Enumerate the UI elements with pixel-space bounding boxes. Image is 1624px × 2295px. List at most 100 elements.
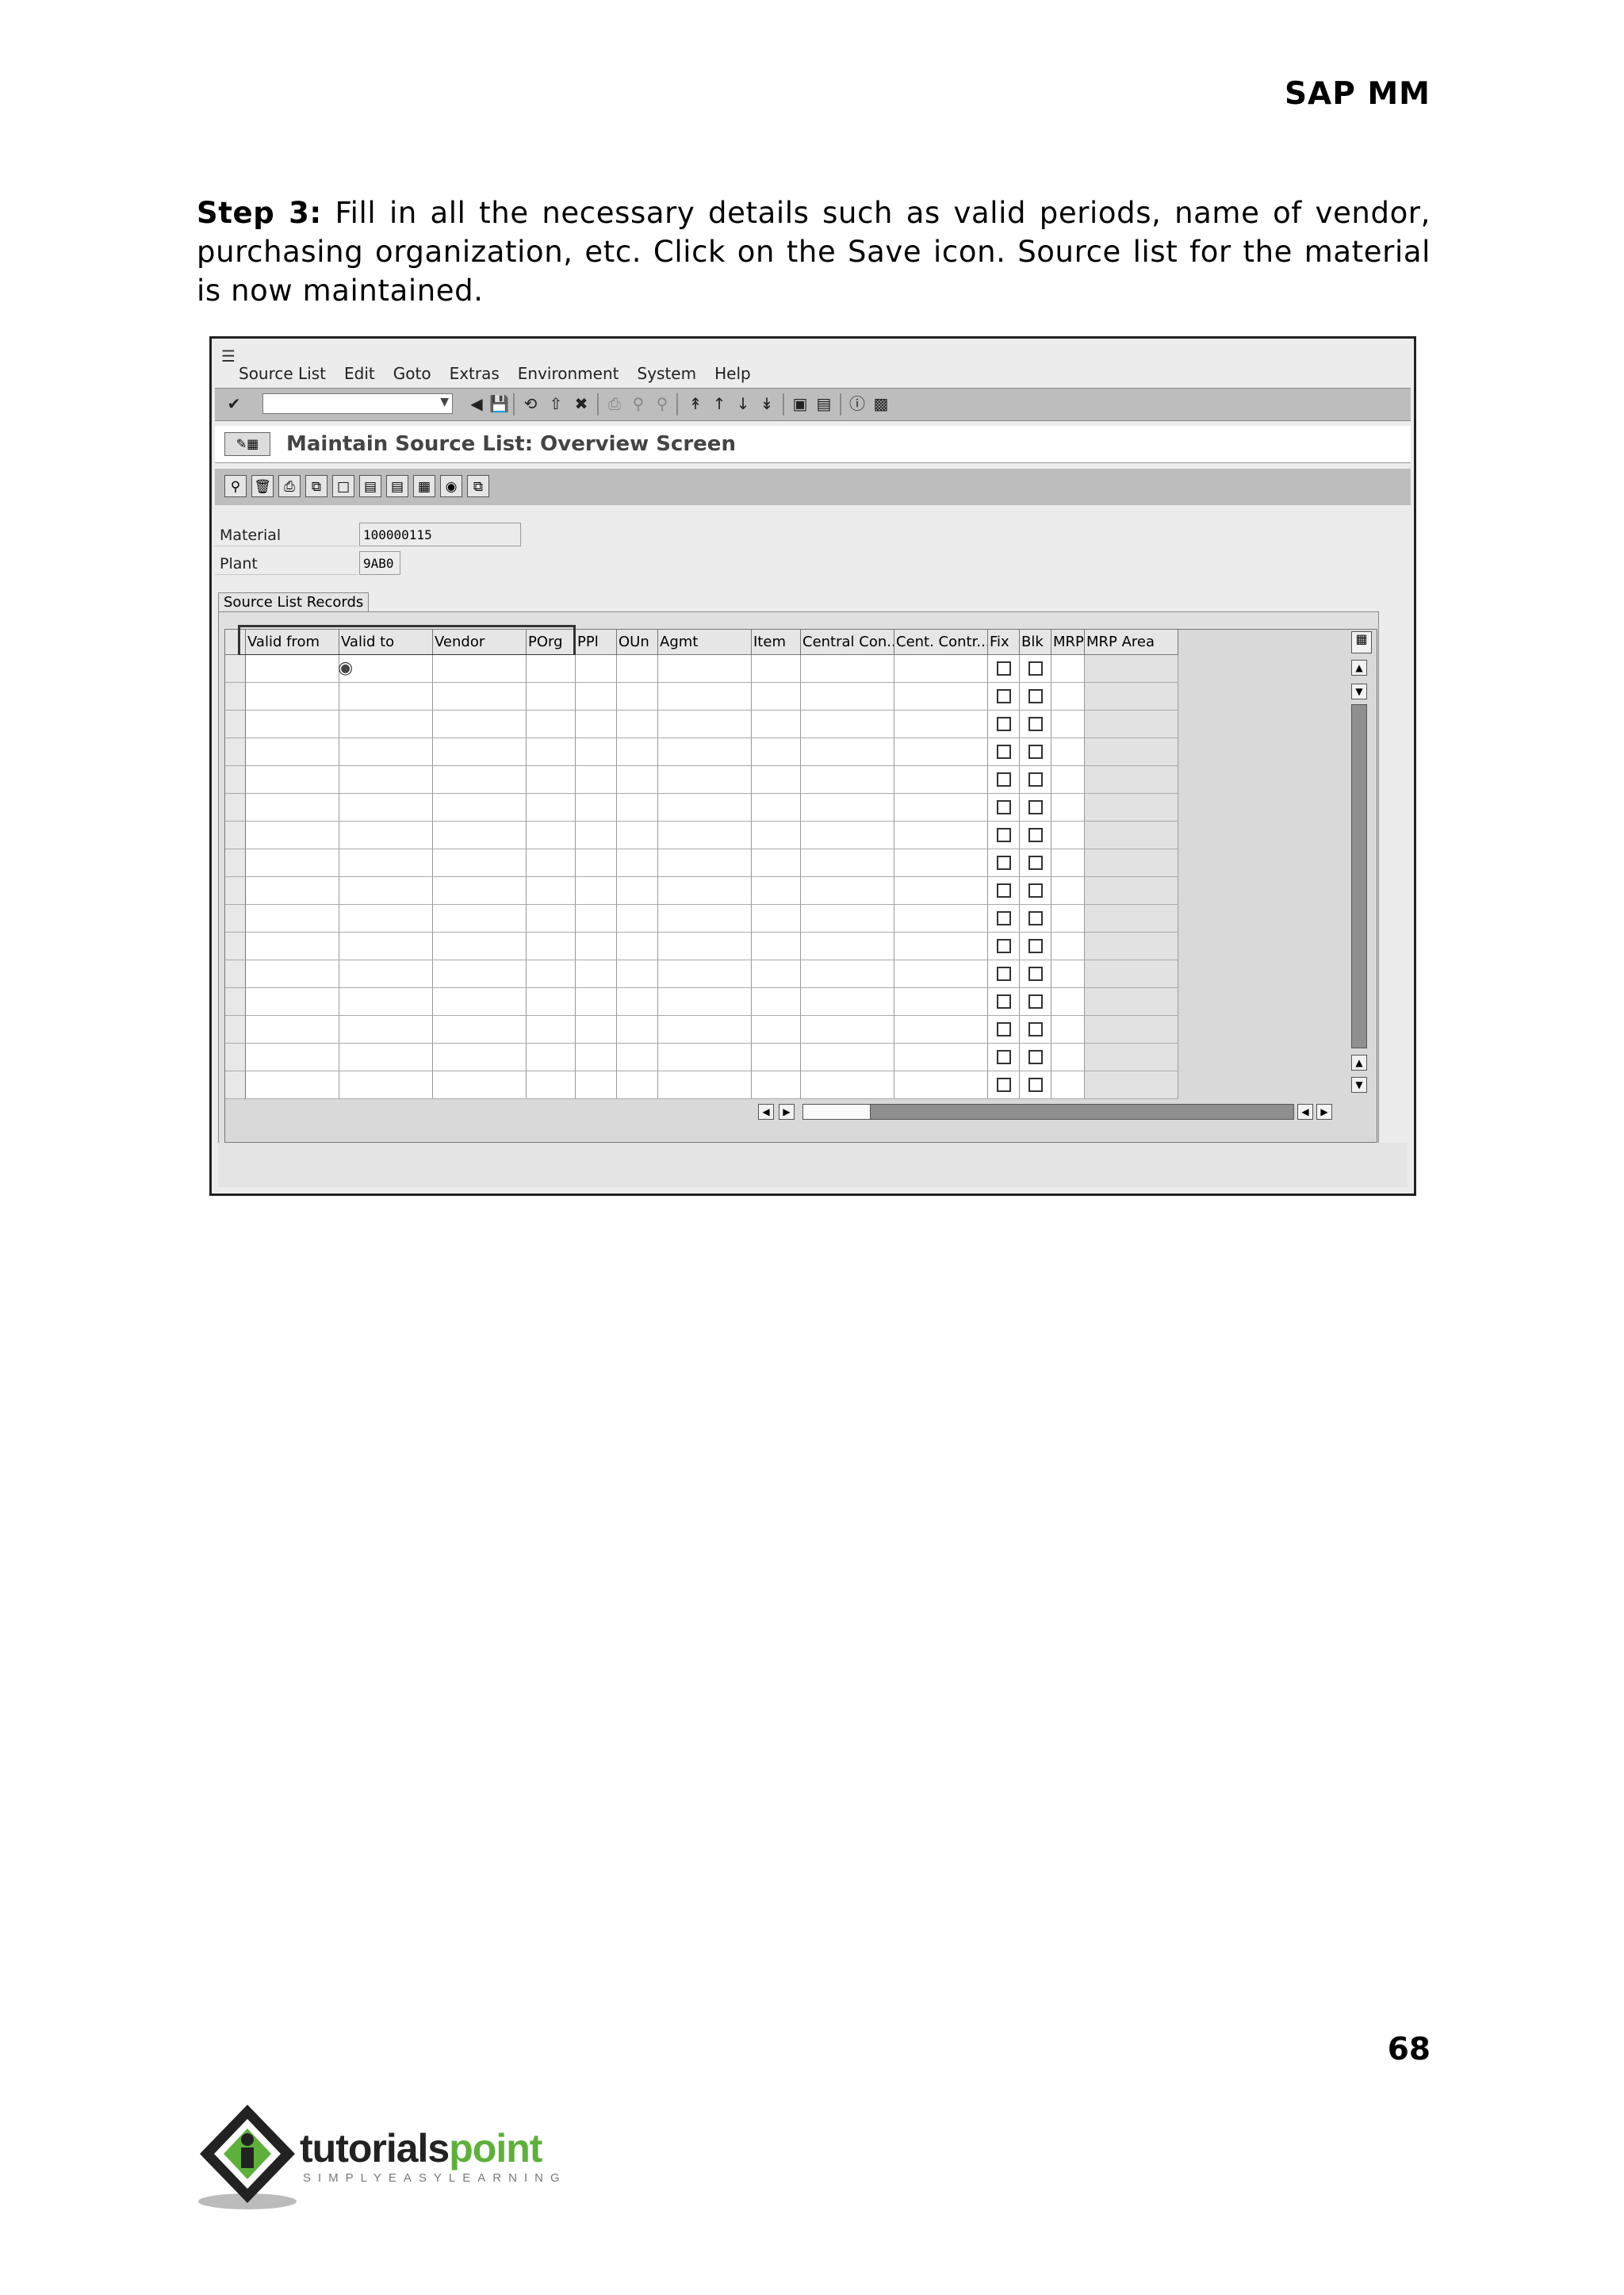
cell-fix[interactable] (988, 766, 1020, 794)
list-icon[interactable]: ▤ (386, 475, 408, 497)
cell-valid-to[interactable] (339, 849, 433, 877)
cell-oun[interactable] (617, 655, 658, 683)
cell-porg[interactable] (527, 822, 576, 849)
cell-mrp[interactable] (1051, 849, 1085, 877)
cell-central-con[interactable] (801, 1044, 894, 1071)
blk-checkbox[interactable] (1028, 800, 1043, 814)
cell-valid-from[interactable] (246, 738, 339, 766)
blk-checkbox[interactable] (1028, 1022, 1043, 1036)
scroll-page-down-icon[interactable]: ▼ (1351, 684, 1367, 699)
cell-item[interactable] (752, 1016, 801, 1044)
cell-agmt[interactable] (658, 877, 752, 905)
cell-item[interactable] (752, 766, 801, 794)
cell-ppl[interactable] (576, 822, 617, 849)
cell-vendor[interactable] (433, 738, 527, 766)
menu-source-list[interactable]: Source List (239, 364, 326, 383)
cell-valid-from[interactable] (246, 711, 339, 738)
cell-central-con[interactable] (801, 1071, 894, 1099)
cell-oun[interactable] (617, 933, 658, 960)
column-config-icon[interactable]: ▦ (1351, 631, 1372, 653)
cell-central-con[interactable] (801, 988, 894, 1016)
command-field[interactable]: ▼ (262, 393, 453, 414)
row-selector[interactable] (225, 988, 246, 1016)
cell-central-con[interactable] (801, 960, 894, 988)
cell-fix[interactable] (988, 711, 1020, 738)
row-selector[interactable] (225, 711, 246, 738)
cell-mrp-area[interactable] (1085, 849, 1178, 877)
cell-porg[interactable] (527, 794, 576, 822)
cell-valid-from[interactable] (246, 877, 339, 905)
cell-vendor[interactable] (433, 711, 527, 738)
cell-cent-contr[interactable] (894, 766, 988, 794)
menu-system[interactable]: System (638, 364, 697, 383)
cell-cent-contr[interactable] (894, 1044, 988, 1071)
cell-vendor[interactable] (433, 877, 527, 905)
cell-item[interactable] (752, 794, 801, 822)
previous-page-icon[interactable]: ↑ (710, 394, 729, 413)
cell-fix[interactable] (988, 849, 1020, 877)
row-selector[interactable] (225, 1044, 246, 1071)
cell-central-con[interactable] (801, 794, 894, 822)
calendar-help-icon[interactable]: ◉ (338, 658, 353, 678)
cell-oun[interactable] (617, 738, 658, 766)
cell-fix[interactable] (988, 683, 1020, 711)
cell-oun[interactable] (617, 794, 658, 822)
cell-oun[interactable] (617, 877, 658, 905)
cell-fix[interactable] (988, 905, 1020, 933)
cell-ppl[interactable] (576, 794, 617, 822)
blk-checkbox[interactable] (1028, 689, 1043, 703)
cell-fix[interactable] (988, 1016, 1020, 1044)
environment-icon[interactable]: ◉ (440, 475, 462, 497)
cell-vendor[interactable] (433, 849, 527, 877)
column-header-cent-contr[interactable]: Cent. Contr... (894, 630, 988, 655)
cell-valid-from[interactable] (246, 1071, 339, 1099)
cell-agmt[interactable] (658, 1044, 752, 1071)
blk-checkbox[interactable] (1028, 967, 1043, 981)
blk-checkbox[interactable] (1028, 661, 1043, 676)
horizontal-scroll-track[interactable] (802, 1104, 1294, 1120)
fix-checkbox[interactable] (997, 745, 1011, 759)
row-selector[interactable] (225, 822, 246, 849)
blk-checkbox[interactable] (1028, 883, 1043, 898)
cell-ppl[interactable] (576, 738, 617, 766)
cell-blk[interactable] (1020, 822, 1051, 849)
last-page-icon[interactable]: ↡ (757, 394, 776, 413)
column-header-agmt[interactable]: Agmt (658, 630, 752, 655)
fix-checkbox[interactable] (997, 689, 1011, 703)
scroll-right-icon[interactable]: ▶ (1316, 1104, 1332, 1120)
menu-help[interactable]: Help (714, 364, 751, 383)
scroll-page-up-icon[interactable]: ▲ (1351, 1055, 1367, 1071)
row-selector[interactable] (225, 1071, 246, 1099)
create-session-icon[interactable]: ▣ (791, 394, 810, 413)
row-selector[interactable] (225, 683, 246, 711)
cell-agmt[interactable] (658, 1016, 752, 1044)
cell-valid-to[interactable] (339, 933, 433, 960)
first-page-icon[interactable]: ↟ (686, 394, 705, 413)
cell-item[interactable] (752, 905, 801, 933)
cell-mrp[interactable] (1051, 711, 1085, 738)
cell-item[interactable] (752, 849, 801, 877)
cell-valid-to[interactable] (339, 794, 433, 822)
cell-valid-from[interactable] (246, 1044, 339, 1071)
vertical-scrollbar[interactable]: ▦ ▲ ▼ ▲ ▼ (1345, 630, 1372, 1098)
cell-porg[interactable] (527, 988, 576, 1016)
cell-agmt[interactable] (658, 683, 752, 711)
cell-vendor[interactable] (433, 933, 527, 960)
cell-agmt[interactable] (658, 711, 752, 738)
cell-valid-from[interactable] (246, 933, 339, 960)
details-icon[interactable]: ▤ (359, 475, 381, 497)
cell-valid-from[interactable] (246, 794, 339, 822)
cell-ppl[interactable] (576, 683, 617, 711)
cell-cent-contr[interactable] (894, 683, 988, 711)
cell-vendor[interactable] (433, 655, 527, 683)
cell-fix[interactable] (988, 988, 1020, 1016)
cell-valid-from[interactable] (246, 766, 339, 794)
cell-central-con[interactable] (801, 683, 894, 711)
cell-agmt[interactable] (658, 822, 752, 849)
column-header-ppl[interactable]: PPl (576, 630, 617, 655)
cell-blk[interactable] (1020, 766, 1051, 794)
cell-vendor[interactable] (433, 683, 527, 711)
cell-cent-contr[interactable] (894, 905, 988, 933)
cell-oun[interactable] (617, 1016, 658, 1044)
cell-ppl[interactable] (576, 849, 617, 877)
